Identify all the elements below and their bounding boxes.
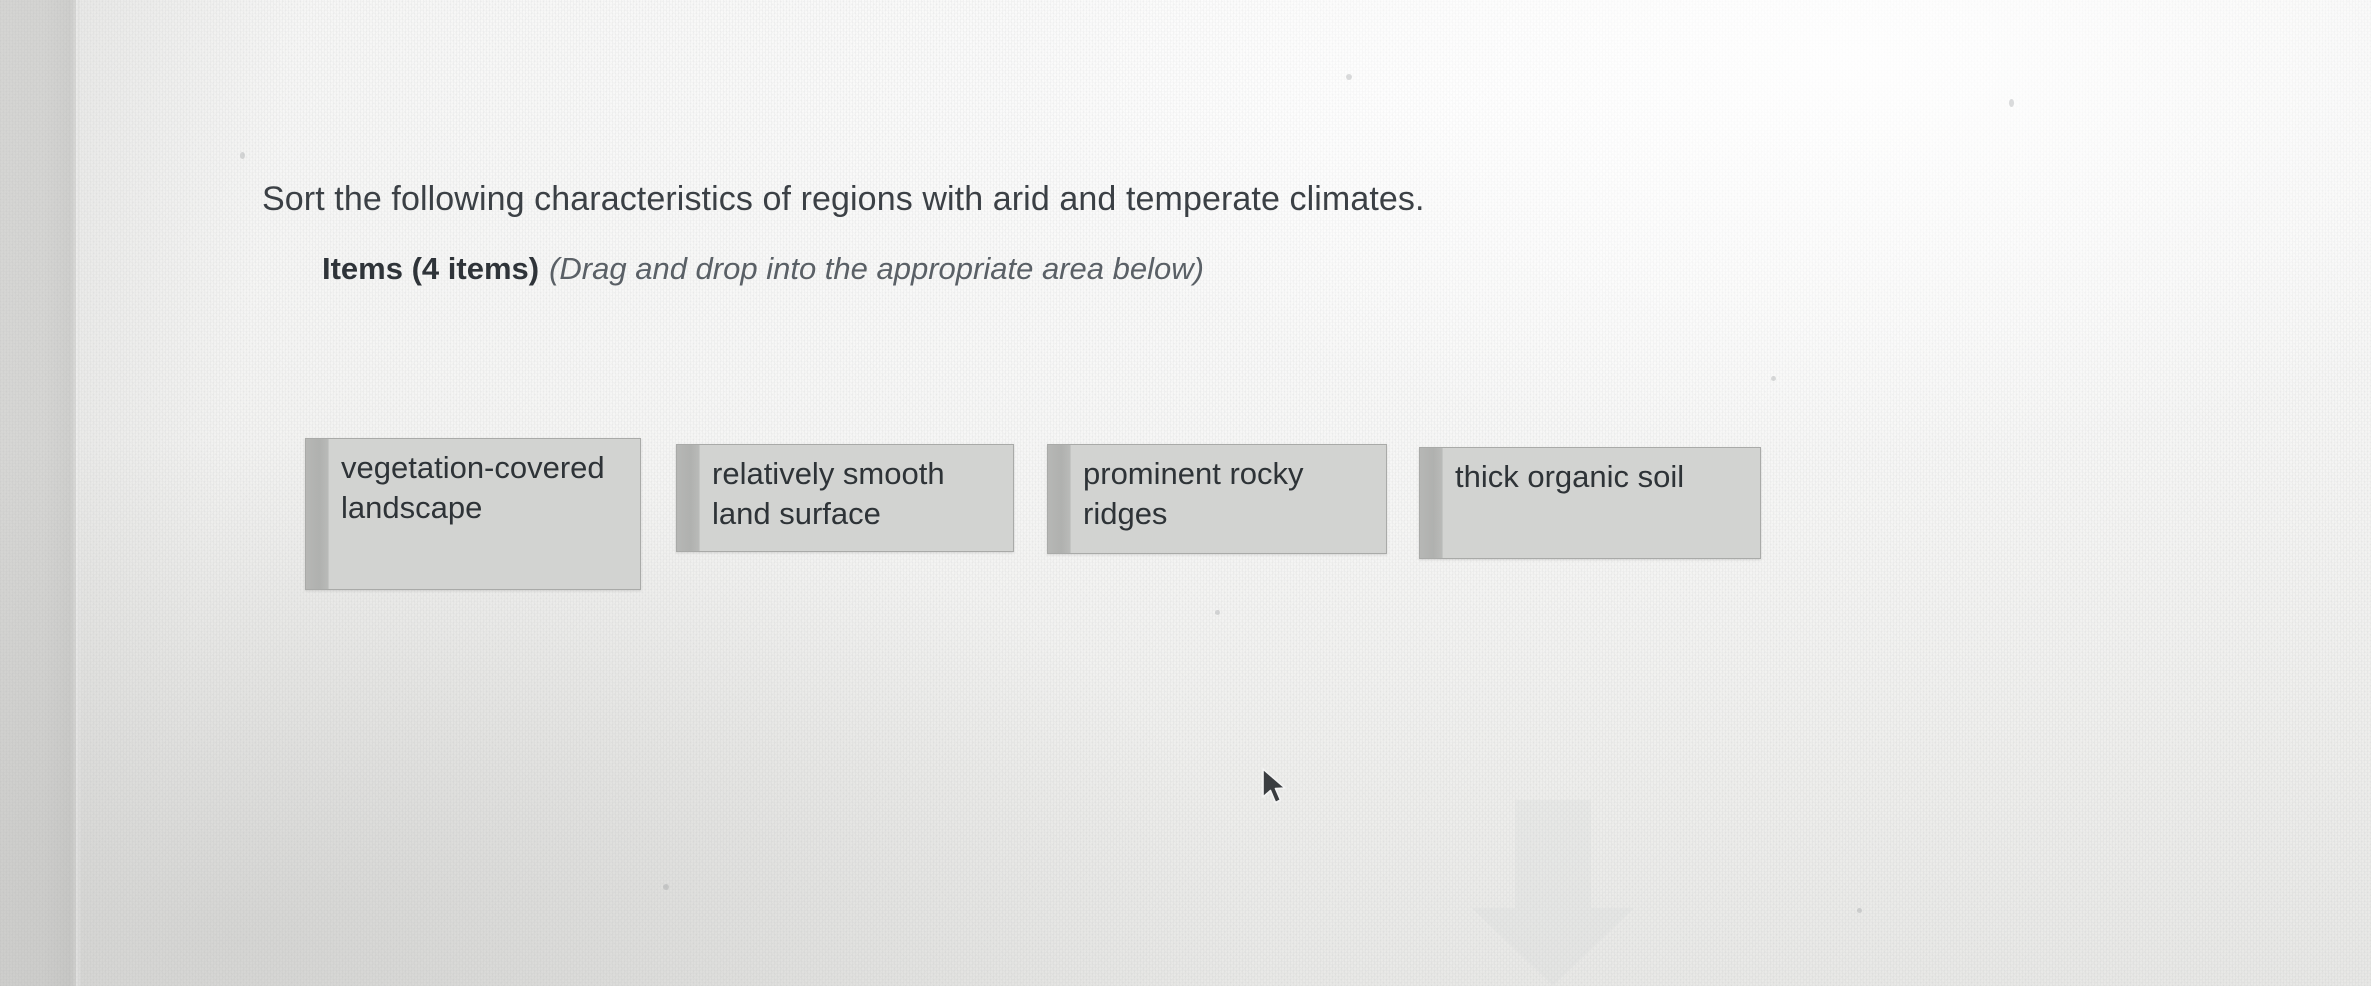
items-instruction-text: (Drag and drop into the appropriate area…	[549, 251, 1204, 286]
draggable-item-label: thick organic soil	[1455, 459, 1685, 494]
draggable-item[interactable]: thick organic soil	[1419, 447, 1761, 559]
items-header: Items (4 items) (Drag and drop into the a…	[322, 249, 1204, 289]
draggable-item[interactable]: relatively smooth land surface	[676, 444, 1014, 552]
drag-handle-icon[interactable]	[1048, 445, 1071, 553]
question-prompt: Sort the following characteristics of re…	[262, 180, 1425, 218]
screenshot-root: Sort the following characteristics of re…	[0, 0, 2371, 986]
draggable-item-label: relatively smooth land surface	[712, 456, 945, 532]
draggable-item-label: vegetation-covered landscape	[341, 450, 605, 526]
items-count-label: Items (4 items)	[322, 251, 540, 286]
draggable-item[interactable]: prominent rocky ridges	[1047, 444, 1387, 554]
drag-handle-icon[interactable]	[306, 439, 329, 589]
draggable-item-label: prominent rocky ridges	[1083, 456, 1304, 532]
drag-handle-icon[interactable]	[677, 445, 700, 551]
drag-handle-icon[interactable]	[1420, 448, 1443, 558]
draggable-item[interactable]: vegetation-covered landscape	[305, 438, 641, 590]
